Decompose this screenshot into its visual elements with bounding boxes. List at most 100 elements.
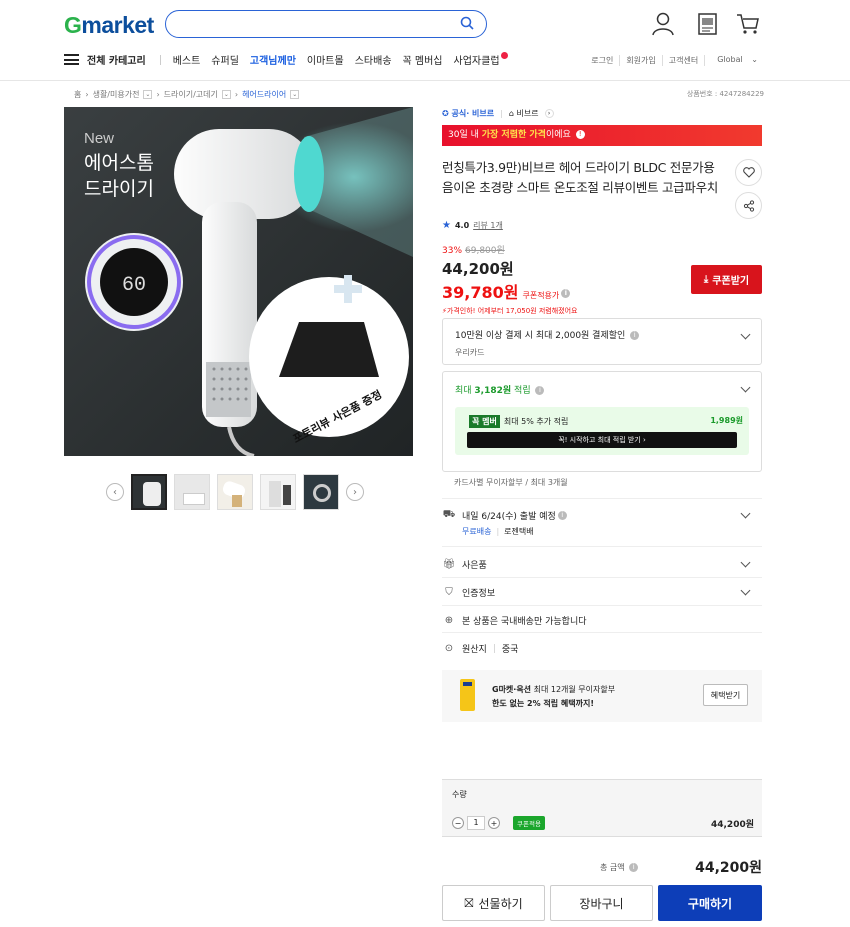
domestic-shipping-row: ⊕ 본 상품은 국내배송만 가능합니다 [442,614,762,627]
info-icon[interactable]: ! [575,130,585,139]
nav-star-delivery[interactable]: 스타배송 [355,52,392,67]
quantity-input[interactable]: 1 [467,816,485,830]
buy-now-button[interactable]: 구매하기 [658,885,762,921]
max-points: 최대 3,182원 적립 i [455,383,545,396]
all-category-button[interactable]: 전체 카테고리 [87,52,146,67]
signup-link[interactable]: 회원가입 [619,55,661,66]
dropdown-icon[interactable]: ⌄ [290,90,300,99]
thumbnail-4[interactable] [260,474,296,510]
carrier-name: 로젠택배 [504,527,534,536]
nav-superdeal[interactable]: 슈퍼딜 [211,52,239,67]
new-badge [500,52,508,59]
display-readout: 60 [122,274,146,297]
gift-label: 사은품 [462,561,487,571]
logo-text: market [81,12,154,38]
card-discount-panel[interactable]: 10만원 이상 결제 시 최대 2,000원 결제할인 i 우리카드 [442,318,762,365]
certification-label: 인증정보 [462,589,496,599]
cart-icon[interactable] [736,12,760,36]
nav-for-you[interactable]: 고객님께만 [250,52,296,67]
product-number: 상품번호 : 4247284229 [686,90,764,98]
official-store-badge[interactable]: ✪ 공식· 비브르 [442,108,494,119]
certification-row[interactable]: ⛉ 인증정보 [442,586,762,599]
quantity-panel: 수량 − 1 + 쿠폰적용 44,200원 [442,779,762,837]
membership-cta-button[interactable]: 꼭! 시작하고 최대 적립 받기 › [467,432,737,448]
shipping-row[interactable]: ⛟ 내일 6/24(수) 출발 예정 i [442,509,762,522]
origin-value: 중국 [501,645,519,655]
member-tag: 꼭 멤버 [469,415,500,428]
card-promo-line2: 한도 없는 2% 적립 혜택까지! [492,699,594,708]
recent-view-icon[interactable] [697,12,719,36]
review-count-link[interactable]: 리뷰 1개 [473,220,503,231]
global-label: Global [717,55,743,64]
original-price: 69,800원 [465,246,505,256]
image-headline-2: 드라이기 [84,178,154,200]
gift-button[interactable]: ⛝ 선물하기 [442,885,545,921]
chevron-right-icon: › [156,90,160,99]
breadcrumb-home[interactable]: 홈 [74,89,81,100]
info-icon[interactable]: i [561,289,571,298]
rating-summary: ★ 4.0 리뷰 1개 [442,220,762,231]
utility-links: 로그인 회원가입 고객센터 Global ⌄ [585,55,764,66]
brand-shop-link[interactable]: ⌂ 비브르 [509,108,539,119]
main-nav: 전체 카테고리 베스트 슈퍼딜 고객님께만 이마트몰 스타배송 꼭 멤버십 사업… [64,52,519,67]
thumb-next-button[interactable]: › [346,483,364,501]
customer-center-link[interactable]: 고객센터 [661,55,704,66]
gmarket-logo[interactable]: Gmarket [64,12,154,39]
dropdown-icon[interactable]: ⌄ [221,90,231,99]
wishlist-heart-button[interactable] [735,159,762,186]
breadcrumb-current[interactable]: 헤어드라이어 [242,89,286,100]
get-benefit-button[interactable]: 혜택받기 [703,684,748,706]
divider [442,546,762,547]
menu-icon[interactable] [64,54,79,65]
info-icon[interactable]: i [630,331,640,340]
points-suffix: 적립 [511,386,531,396]
promo-prefix: 30일 내 [448,130,482,140]
gift-icon: 🎁︎ [442,559,456,570]
origin-label: 원산지 [462,645,487,655]
coupon-price-value: 39,780원 [442,283,519,302]
chevron-down-icon[interactable] [740,382,751,393]
divider [442,577,762,578]
info-icon[interactable]: i [557,511,567,520]
image-headline-1: 에어스톰 [84,152,154,174]
user-icon[interactable] [652,12,674,36]
nav-business-club[interactable]: 사업자클럽 [454,52,508,67]
heart-icon [742,167,755,178]
chevron-down-icon[interactable] [740,329,751,340]
breadcrumb-level1[interactable]: 생활/미용가전 [93,89,140,100]
share-button[interactable] [735,192,762,219]
domestic-shipping-text: 본 상품은 국내배송만 가능합니다 [462,617,587,627]
increase-button[interactable]: + [488,817,500,829]
gift-row[interactable]: 🎁︎ 사은품 [442,558,762,571]
lowest-price-banner: 30일 내 가장 저렴한 가격이에요 ! [442,125,762,146]
divider [442,632,762,633]
discount-rate: 33% [442,246,463,256]
dropdown-icon[interactable]: ⌄ [143,90,153,99]
add-to-cart-button[interactable]: 장바구니 [550,885,653,921]
info-icon[interactable]: i [535,386,545,395]
search-icon[interactable] [460,16,474,30]
get-coupon-button[interactable]: ⤓ 쿠폰받기 [691,265,762,294]
thumbnail-1[interactable] [131,474,167,510]
thumbnail-2[interactable] [174,474,210,510]
thumbnail-5[interactable] [303,474,339,510]
nav-membership[interactable]: 꼭 멤버십 [403,52,443,67]
thumb-prev-button[interactable]: ‹ [106,483,124,501]
quantity-stepper: − 1 + 쿠폰적용 [452,816,545,830]
breadcrumb-level2[interactable]: 드라이기/고데기 [164,89,218,100]
search-input[interactable] [165,10,487,38]
download-icon: ⤓ [703,274,709,285]
global-link[interactable]: Global ⌄ [704,55,764,66]
decrease-button[interactable]: − [452,817,464,829]
card-name: 우리카드 [455,348,485,357]
card-promo-line1: G마켓·옥션 최대 12개월 무이자할부 [492,684,615,695]
product-main-image[interactable]: 60 New 에어스톰 드라이기 포토리뷰 사은품 증정 [64,107,413,456]
total-label-wrap: 총 금액 i [600,862,639,873]
credit-card-icon [460,679,475,711]
nav-emart[interactable]: 이마트몰 [307,52,344,67]
nav-best[interactable]: 베스트 [173,52,201,67]
points-panel[interactable]: 최대 3,182원 적립 i 꼭 멤버 최대 5% 추가 적립 1,989원 꼭… [442,371,762,472]
thumbnail-3[interactable] [217,474,253,510]
info-icon[interactable]: i [629,862,639,872]
login-link[interactable]: 로그인 [585,55,619,66]
